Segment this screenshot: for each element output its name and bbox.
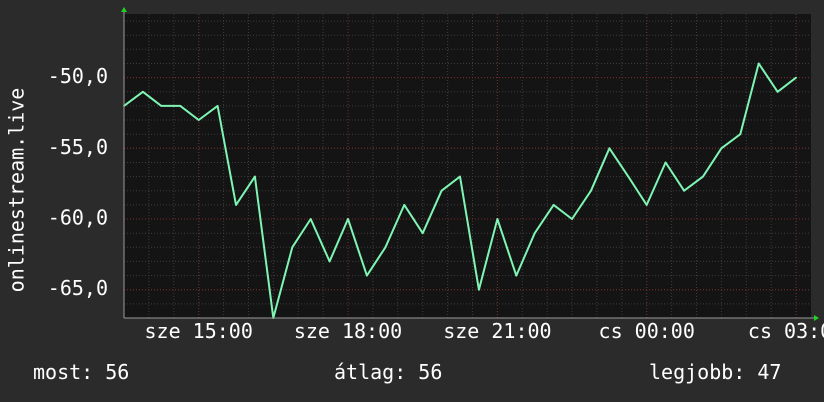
data-point [515, 274, 518, 277]
y-axis-label: onlinestream.live [5, 88, 29, 293]
data-point [328, 260, 331, 263]
data-point [739, 133, 742, 136]
data-point [160, 105, 163, 107]
x-tick-label: cs 00:00 [599, 319, 695, 343]
data-point [776, 90, 779, 93]
x-tick-label: sze 18:00 [294, 319, 402, 343]
stat-current: most: 56 [33, 360, 130, 384]
data-point [571, 218, 573, 220]
data-point [664, 161, 667, 164]
x-tick-label: cs 03:00 [748, 319, 824, 343]
y-tick-label: -65,0 [48, 276, 108, 300]
data-point [533, 232, 536, 235]
data-point [347, 218, 349, 220]
y-tick-label: -55,0 [48, 135, 108, 159]
data-point [291, 246, 294, 249]
data-point [384, 246, 387, 249]
data-point [590, 189, 592, 192]
data-point [309, 218, 312, 220]
x-tick-label: sze 21:00 [443, 319, 551, 343]
stat-average: átlag: 56 [334, 360, 443, 384]
y-tick-labels: -50,0 -55,0 -60,0 -65,0 [48, 64, 108, 300]
data-point [608, 147, 611, 150]
y-axis-arrow [121, 7, 127, 12]
data-point [496, 218, 499, 220]
stat-best: legjobb: 47 [649, 360, 782, 384]
line-chart: -50,0-55,0-60,0-65,0 sze 15:00 sze 18:00 s… [5, 7, 824, 343]
data-point [645, 204, 648, 206]
data-point [702, 175, 704, 178]
x-tick-label: sze 15:00 [145, 319, 253, 343]
data-point [795, 76, 797, 79]
data-point [459, 175, 461, 178]
data-point [235, 204, 237, 206]
data-point [757, 62, 760, 65]
x-tick-labels: sze 15:00 sze 18:00 sze 21:00 cs 00:00 cs 03… [145, 319, 824, 343]
data-point [197, 119, 200, 121]
data-point [421, 232, 424, 235]
data-point [254, 175, 256, 178]
chart-root: -50,0 -55,0 -60,0 -65,0 sze 15:00 sze 18:00 s… [0, 0, 824, 402]
data-point [683, 189, 685, 192]
data-point [478, 288, 480, 291]
y-tick-label: -60,0 [48, 206, 108, 230]
data-point [179, 105, 182, 107]
data-point [216, 105, 219, 107]
data-point [627, 175, 630, 178]
data-point [440, 189, 443, 192]
data-point [403, 204, 406, 206]
data-point [720, 147, 723, 150]
data-point [552, 204, 555, 206]
y-tick-label: -50,0 [48, 64, 108, 88]
plot-background [124, 14, 811, 318]
stats-footer: most: 56 átlag: 56 legjobb: 47 [0, 360, 824, 390]
data-point [366, 274, 368, 277]
data-point [142, 90, 144, 93]
